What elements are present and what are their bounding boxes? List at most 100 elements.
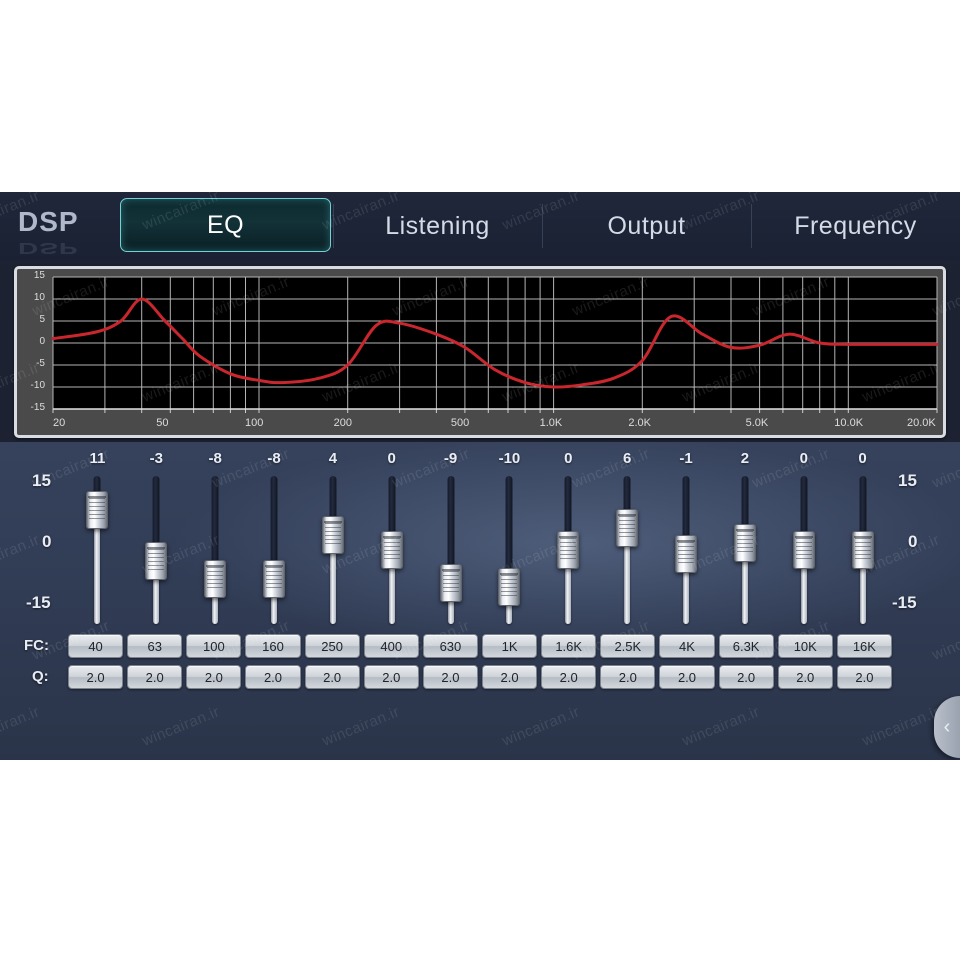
- fc-cell[interactable]: 2.5K: [600, 634, 656, 658]
- q-cell[interactable]: 2.0: [68, 665, 124, 689]
- q-cell[interactable]: 2.0: [481, 665, 538, 689]
- fc-cell[interactable]: 6.3K: [718, 634, 774, 658]
- q-cell[interactable]: 2.0: [127, 665, 183, 689]
- eq-band: 0: [833, 442, 892, 642]
- eq-band: -3: [127, 442, 186, 642]
- band-gain-slider[interactable]: [84, 476, 110, 624]
- slider-thumb[interactable]: [204, 560, 227, 599]
- graph-x-tick: 500: [450, 417, 470, 429]
- fc-cell[interactable]: 250: [304, 634, 360, 658]
- tab-bar: DSP DSP EQ Listening Output Frequency: [0, 192, 960, 260]
- tab-eq[interactable]: EQ: [120, 198, 331, 252]
- q-row-label: Q:: [32, 668, 49, 685]
- slider-thumb[interactable]: [86, 490, 109, 529]
- band-gain-slider[interactable]: [791, 476, 817, 624]
- eq-slider-panel: 15 0 -15 15 0 -15 11 -3 -8 -8 4 0 -9 -10 0 6 -1 2 0 0…: [0, 442, 960, 760]
- graph-y-tick: 5: [39, 314, 45, 325]
- slider-thumb[interactable]: [792, 531, 815, 569]
- band-gain-slider[interactable]: [320, 476, 346, 624]
- slider-thumb[interactable]: [675, 534, 698, 573]
- tab-listening-label: Listening: [385, 211, 490, 240]
- band-gain-slider[interactable]: [555, 476, 581, 624]
- slider-thumb[interactable]: [557, 531, 580, 569]
- slider-thumb[interactable]: [851, 531, 874, 569]
- slider-thumb-ridges: [501, 574, 518, 599]
- band-gain-slider[interactable]: [732, 476, 758, 624]
- fc-cell[interactable]: 630: [422, 634, 478, 658]
- slider-thumb[interactable]: [616, 509, 639, 547]
- band-gain-value: -10: [498, 450, 521, 467]
- scale-left-bottom: -15: [26, 593, 51, 612]
- band-gain-slider[interactable]: [143, 476, 169, 624]
- fc-cell[interactable]: 100: [186, 634, 242, 658]
- band-gain-slider[interactable]: [261, 476, 287, 624]
- q-cell[interactable]: 2.0: [186, 665, 242, 689]
- dsp-logo-text: DSP: [18, 206, 79, 237]
- tab-eq-label: EQ: [206, 210, 245, 239]
- band-gain-value: 4: [328, 450, 338, 467]
- slider-thumb[interactable]: [498, 567, 521, 606]
- q-cell[interactable]: 2.0: [600, 665, 656, 689]
- slider-thumb[interactable]: [439, 564, 462, 602]
- slider-thumb-ridges: [619, 516, 636, 540]
- band-gain-slider[interactable]: [614, 476, 640, 624]
- graph-x-tick: 1.0K: [539, 417, 563, 429]
- slider-thumb[interactable]: [380, 531, 403, 569]
- q-value-row: 2.0 2.0 2.0 2.0 2.0 2.0 2.0 2.0 2.0 2.0 2.0 2.0 2.0 2…: [68, 665, 892, 689]
- eq-band-list: 11 -3 -8 -8 4 0 -9 -10 0 6 -1 2 0 0: [68, 442, 892, 642]
- band-gain-slider[interactable]: [673, 476, 699, 624]
- fc-cell[interactable]: 63: [127, 634, 183, 658]
- scale-right-bottom: -15: [892, 593, 917, 612]
- eq-band: 6: [598, 442, 657, 642]
- slider-thumb[interactable]: [321, 516, 344, 555]
- q-cell[interactable]: 2.0: [718, 665, 774, 689]
- eq-band: -8: [186, 442, 245, 642]
- eq-response-graph: 15 10 5 0 -5 -10 -15 20 50 100 200 500 1.0K 2.0K 5.0K…: [14, 266, 946, 438]
- tab-listening[interactable]: Listening: [333, 192, 542, 260]
- q-cell[interactable]: 2.0: [541, 665, 597, 689]
- slider-thumb-ridges: [89, 497, 106, 522]
- q-cell[interactable]: 2.0: [304, 665, 360, 689]
- band-gain-slider[interactable]: [850, 476, 876, 624]
- q-cell[interactable]: 2.0: [659, 665, 715, 689]
- fc-cell[interactable]: 10K: [777, 634, 833, 658]
- band-gain-slider[interactable]: [438, 476, 464, 624]
- eq-band: -1: [657, 442, 716, 642]
- fc-cell[interactable]: 1K: [481, 634, 538, 658]
- fc-cell[interactable]: 16K: [836, 634, 892, 658]
- fc-cell[interactable]: 1.6K: [541, 634, 597, 658]
- tab-frequency[interactable]: Frequency: [751, 192, 960, 260]
- graph-y-tick: -10: [30, 380, 45, 391]
- slider-thumb-ridges: [678, 541, 695, 566]
- fc-cell[interactable]: 160: [245, 634, 301, 658]
- slider-thumb[interactable]: [145, 542, 168, 580]
- fc-cell[interactable]: 4K: [659, 634, 715, 658]
- q-cell[interactable]: 2.0: [422, 665, 478, 689]
- scale-right-top: 15: [898, 471, 917, 490]
- q-cell[interactable]: 2.0: [245, 665, 301, 689]
- band-gain-value: -8: [267, 450, 281, 467]
- tab-output[interactable]: Output: [542, 192, 751, 260]
- band-gain-slider[interactable]: [379, 476, 405, 624]
- graph-y-tick: 10: [33, 292, 45, 303]
- band-gain-slider[interactable]: [202, 476, 228, 624]
- chevron-left-icon: ‹: [943, 715, 951, 738]
- graph-x-tick: 50: [156, 417, 169, 429]
- q-cell[interactable]: 2.0: [836, 665, 892, 689]
- eq-band: 2: [715, 442, 774, 642]
- graph-x-tick: 10.0K: [834, 417, 864, 429]
- q-cell[interactable]: 2.0: [777, 665, 833, 689]
- slider-thumb-ridges: [148, 549, 165, 573]
- fc-value-row: 40 63 100 160 250 400 630 1K 1.6K 2.5K 4K 6.3K 10K 16…: [68, 634, 892, 658]
- band-gain-slider[interactable]: [496, 476, 522, 624]
- fc-cell[interactable]: 400: [363, 634, 419, 658]
- band-gain-value: 11: [89, 450, 106, 467]
- slider-thumb[interactable]: [733, 523, 756, 562]
- band-gain-value: -8: [208, 450, 222, 467]
- dsp-logo: DSP DSP: [18, 206, 118, 257]
- q-cell[interactable]: 2.0: [363, 665, 419, 689]
- fc-cell[interactable]: 40: [68, 634, 124, 658]
- band-gain-value: -1: [679, 450, 693, 467]
- eq-band: 0: [774, 442, 833, 642]
- slider-thumb[interactable]: [263, 560, 285, 599]
